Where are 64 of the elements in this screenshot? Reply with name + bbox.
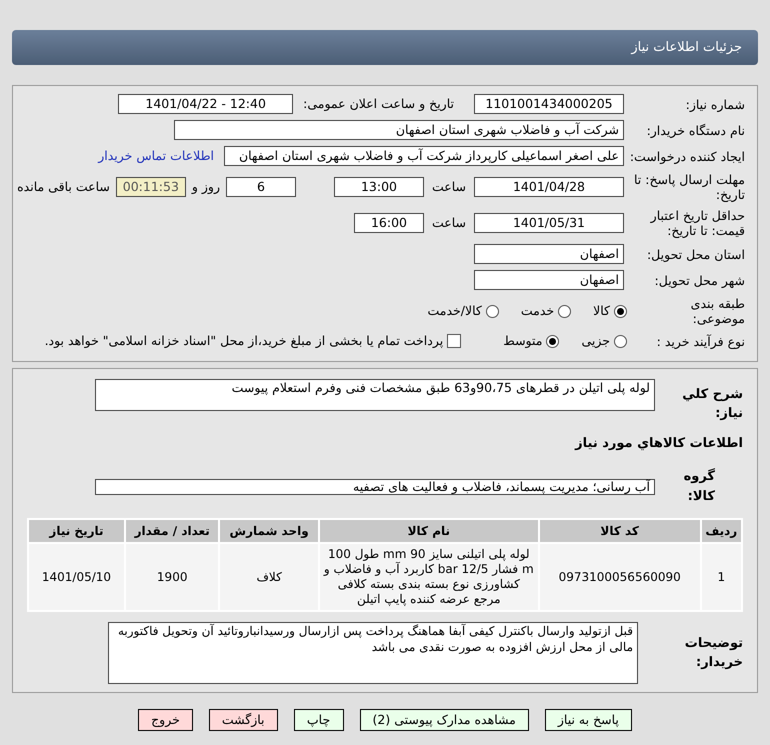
column-header: تاریخ نیاز — [28, 519, 125, 544]
action-button[interactable]: خروج — [138, 709, 193, 732]
field-label: تاریخ و ساعت اعلان عمومی: — [303, 94, 454, 113]
action-button[interactable]: مشاهده مدارک پیوستی (2) — [360, 709, 529, 732]
text-field[interactable]: علی اصغر اسماعیلی کارپرداز شرکت آب و فاضلاب شهری استان اصفهان — [224, 146, 624, 166]
radio-button[interactable] — [486, 304, 499, 318]
column-header: کد کالا — [538, 519, 701, 544]
summary-field: لوله پلی اتیلن در قطرهای 90،75و63 طبق مشخصات فنی وفرم استعلام پیوست — [95, 378, 655, 411]
group-field: آب رسانی؛ مدیریت پسماند، فاضلاب و فعالیت های تصفیه — [95, 478, 655, 495]
table-cell: لوله پلی اتیلنی سایز 90 mm طول 100 m فشار 12/5 bar کاربرد آب و فاضلاب و کشاورزی نوع بسته بندی بسته کلافی مرجع عرضه کننده پایپ اتیلن — [318, 543, 539, 612]
text-field[interactable]: 13:00 — [334, 177, 424, 197]
column-header: نام کالا — [318, 519, 539, 544]
radio-button[interactable] — [614, 304, 627, 318]
summary-label: شرح کلي نياز: — [681, 386, 743, 424]
field-label: نام دستگاه خریدار: — [646, 122, 745, 138]
radio-label: جزیی — [581, 332, 610, 350]
text-field[interactable]: 1101001434000205 — [474, 94, 624, 114]
radio-button[interactable] — [614, 334, 627, 348]
group-label: گروه کالا: — [682, 467, 715, 506]
text-field[interactable]: 16:00 — [354, 213, 424, 233]
table-cell: 1900 — [124, 543, 220, 612]
text-field[interactable]: 1401/04/22 - 12:40 — [118, 94, 294, 114]
text-field[interactable]: 6 — [226, 177, 296, 197]
table-cell: 0973100056560090 — [538, 543, 701, 612]
page-title: جزئیات اطلاعات نیاز — [631, 38, 742, 57]
checkbox[interactable] — [447, 334, 462, 348]
radio-label: کالا — [593, 302, 610, 320]
field-label: ساعت — [432, 178, 466, 196]
field-label: شماره نیاز: — [684, 96, 745, 112]
field-label: مهلت ارسال پاسخ: تا تاریخ: — [633, 172, 745, 202]
radio-button[interactable] — [558, 304, 572, 318]
table-cell: 1 — [700, 543, 742, 612]
text-field[interactable]: اصفهان — [474, 270, 624, 290]
text-field[interactable]: شرکت آب و فاضلاب شهری استان اصفهان — [174, 120, 624, 140]
field-label: ساعت — [432, 214, 466, 232]
text-field[interactable]: اصفهان — [474, 244, 624, 264]
radio-label: کالا/خدمت — [427, 302, 482, 320]
section-title: اطلاعات کالاهاي مورد نياز — [574, 434, 743, 453]
field-label: طبقه بندی موضوعی: — [690, 296, 745, 326]
column-header: تعداد / مقدار — [124, 519, 220, 544]
buyer-contact-link[interactable]: اطلاعات تماس خریدار — [98, 146, 214, 166]
column-header: ردیف — [700, 519, 742, 544]
field-label: استان محل تحویل: — [646, 246, 745, 262]
field-label: ایجاد کننده درخواست: — [628, 148, 745, 164]
action-button[interactable]: پاسخ به نیاز — [544, 709, 632, 732]
radio-label: متوسط — [503, 332, 542, 350]
notes-label: توضیحات خریدار: — [684, 634, 743, 672]
table-cell: 1401/05/10 — [28, 543, 125, 612]
field-label: نوع فرآیند خرید : — [656, 334, 745, 349]
countdown-field[interactable]: 00:11:53 — [116, 177, 186, 197]
radio-label: خدمت — [520, 302, 554, 320]
field-label: حداقل تاریخ اعتبار قیمت: تا تاریخ: — [649, 208, 745, 238]
radio-button[interactable] — [546, 334, 560, 348]
table-cell: کلاف — [219, 543, 319, 612]
field-label: روز و — [192, 178, 220, 196]
action-button[interactable]: بازگشت — [208, 709, 278, 732]
field-label: شهر محل تحویل: — [654, 272, 745, 288]
text-field[interactable]: 1401/04/28 — [474, 177, 624, 197]
checkbox-label: پرداخت تمام یا بخشی از مبلغ خرید،از محل "اسناد خزانه اسلامی" خواهد بود. — [44, 332, 444, 350]
notes-field: قبل ازتولید وارسال باکنترل کیفی آبفا هماهنگ پرداخت پس ازارسال ورسیدانباروتائید آن وتحویل فاکتوربه مالی از محل ارزش افزوده به صورت نقدی می باشد — [108, 622, 638, 684]
text-field[interactable]: 1401/05/31 — [474, 213, 624, 233]
field-label: ساعت باقی مانده — [17, 178, 110, 196]
column-header: واحد شمارش — [219, 519, 319, 544]
action-button[interactable]: چاپ — [294, 709, 344, 732]
